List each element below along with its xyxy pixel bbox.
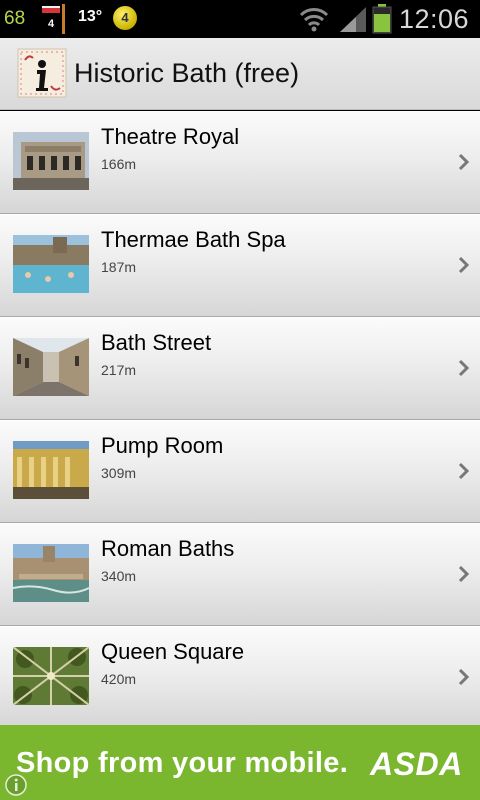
- clock: 12:06: [399, 4, 470, 34]
- battery-percentage: 68: [4, 8, 26, 29]
- place-name: Queen Square: [101, 639, 245, 664]
- place-distance: 309m: [101, 465, 137, 481]
- place-distance: 217m: [101, 362, 137, 378]
- page-title: Historic Bath (free): [74, 58, 300, 88]
- status-bar: 68 4 13° 4 12:06: [0, 0, 480, 38]
- list-item-queen-square[interactable]: Queen Square 420m: [0, 626, 480, 729]
- info-icon[interactable]: [4, 773, 28, 797]
- list-item-bath-street[interactable]: Bath Street 217m: [0, 317, 480, 420]
- ad-brand-logo: ASDA: [370, 746, 463, 782]
- roman-baths-photo: [13, 544, 89, 602]
- list-item-theatre-royal[interactable]: Theatre Royal 166m: [0, 111, 480, 214]
- chevron-right-icon: [457, 255, 471, 275]
- bath-info-icon[interactable]: [17, 48, 67, 98]
- chevron-right-icon: [457, 461, 471, 481]
- chevron-right-icon: [457, 358, 471, 378]
- temperature-label: 13°: [78, 8, 103, 25]
- place-name: Theatre Royal: [101, 124, 240, 149]
- signal-strength-icon: [338, 5, 368, 38]
- list-item-roman-baths[interactable]: Roman Baths 340m: [0, 523, 480, 626]
- chevron-right-icon: [457, 667, 471, 687]
- place-name: Pump Room: [101, 433, 224, 458]
- notification-badge: 4: [113, 6, 137, 30]
- place-distance: 187m: [101, 259, 137, 275]
- ad-text: Shop from your mobile.: [16, 747, 349, 779]
- chevron-right-icon: [457, 564, 471, 584]
- list-item-pump-room[interactable]: Pump Room 309m: [0, 420, 480, 523]
- pump-room-photo: [13, 441, 89, 499]
- theatre-royal-photo: [13, 132, 89, 190]
- notification-count: 4: [48, 18, 55, 30]
- thermae-bath-spa-photo: [13, 235, 89, 293]
- place-name: Roman Baths: [101, 536, 235, 561]
- places-list: Theatre Royal 166m Thermae Bath Spa 187m: [0, 111, 480, 729]
- list-item-thermae-bath-spa[interactable]: Thermae Bath Spa 187m: [0, 214, 480, 317]
- place-name: Bath Street: [101, 330, 212, 355]
- place-distance: 166m: [101, 156, 137, 172]
- place-name: Thermae Bath Spa: [101, 227, 286, 252]
- place-distance: 420m: [101, 671, 137, 687]
- wifi-icon: [299, 5, 329, 38]
- queen-square-photo: [13, 647, 89, 705]
- bath-street-photo: [13, 338, 89, 396]
- chevron-right-icon: [457, 152, 471, 172]
- ad-banner[interactable]: Shop from your mobile. ASDA: [0, 725, 480, 800]
- place-distance: 340m: [101, 568, 137, 584]
- notification-icon: 4: [40, 4, 66, 34]
- battery-icon: [372, 4, 392, 39]
- app-title-bar: Historic Bath (free): [0, 38, 480, 110]
